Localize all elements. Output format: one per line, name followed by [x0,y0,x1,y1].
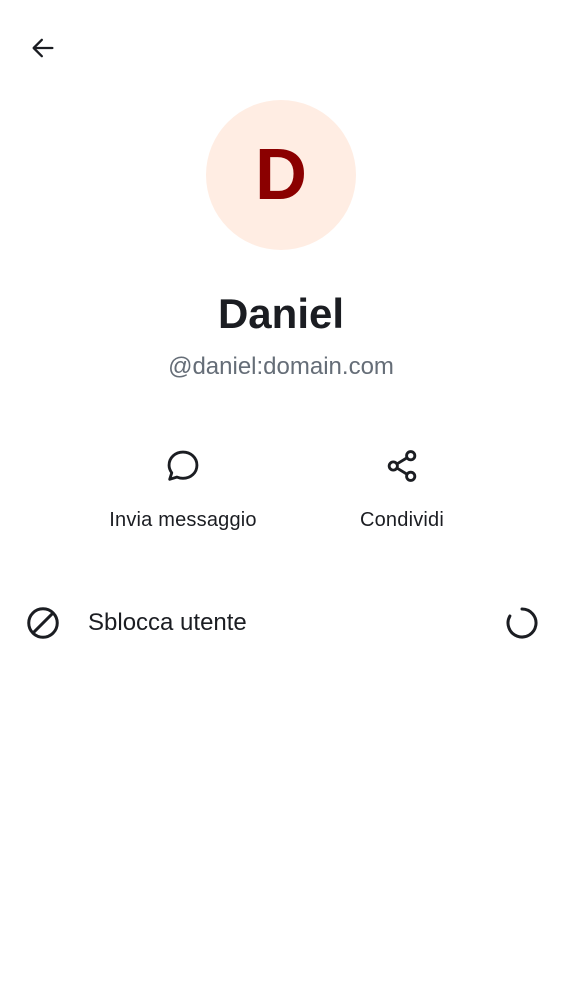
send-message-button[interactable]: Invia messaggio [73,440,293,532]
loading-spinner-icon [504,605,540,641]
avatar[interactable]: D [206,100,356,250]
block-icon [24,604,62,642]
user-id: @daniel:domain.com [168,353,394,380]
unblock-user-label: Sblocca utente [88,609,247,636]
send-message-label: Invia messaggio [109,509,257,531]
avatar-initial: D [255,135,307,215]
chat-bubble-icon [157,440,209,492]
share-icon [376,440,428,492]
arrow-left-icon [29,34,57,67]
back-button[interactable] [19,26,67,74]
share-label: Condividi [359,509,445,531]
display-name: Daniel [217,290,345,337]
share-button[interactable]: Condividi [292,440,512,532]
unblock-user-item[interactable]: Sblocca utente [0,590,562,654]
